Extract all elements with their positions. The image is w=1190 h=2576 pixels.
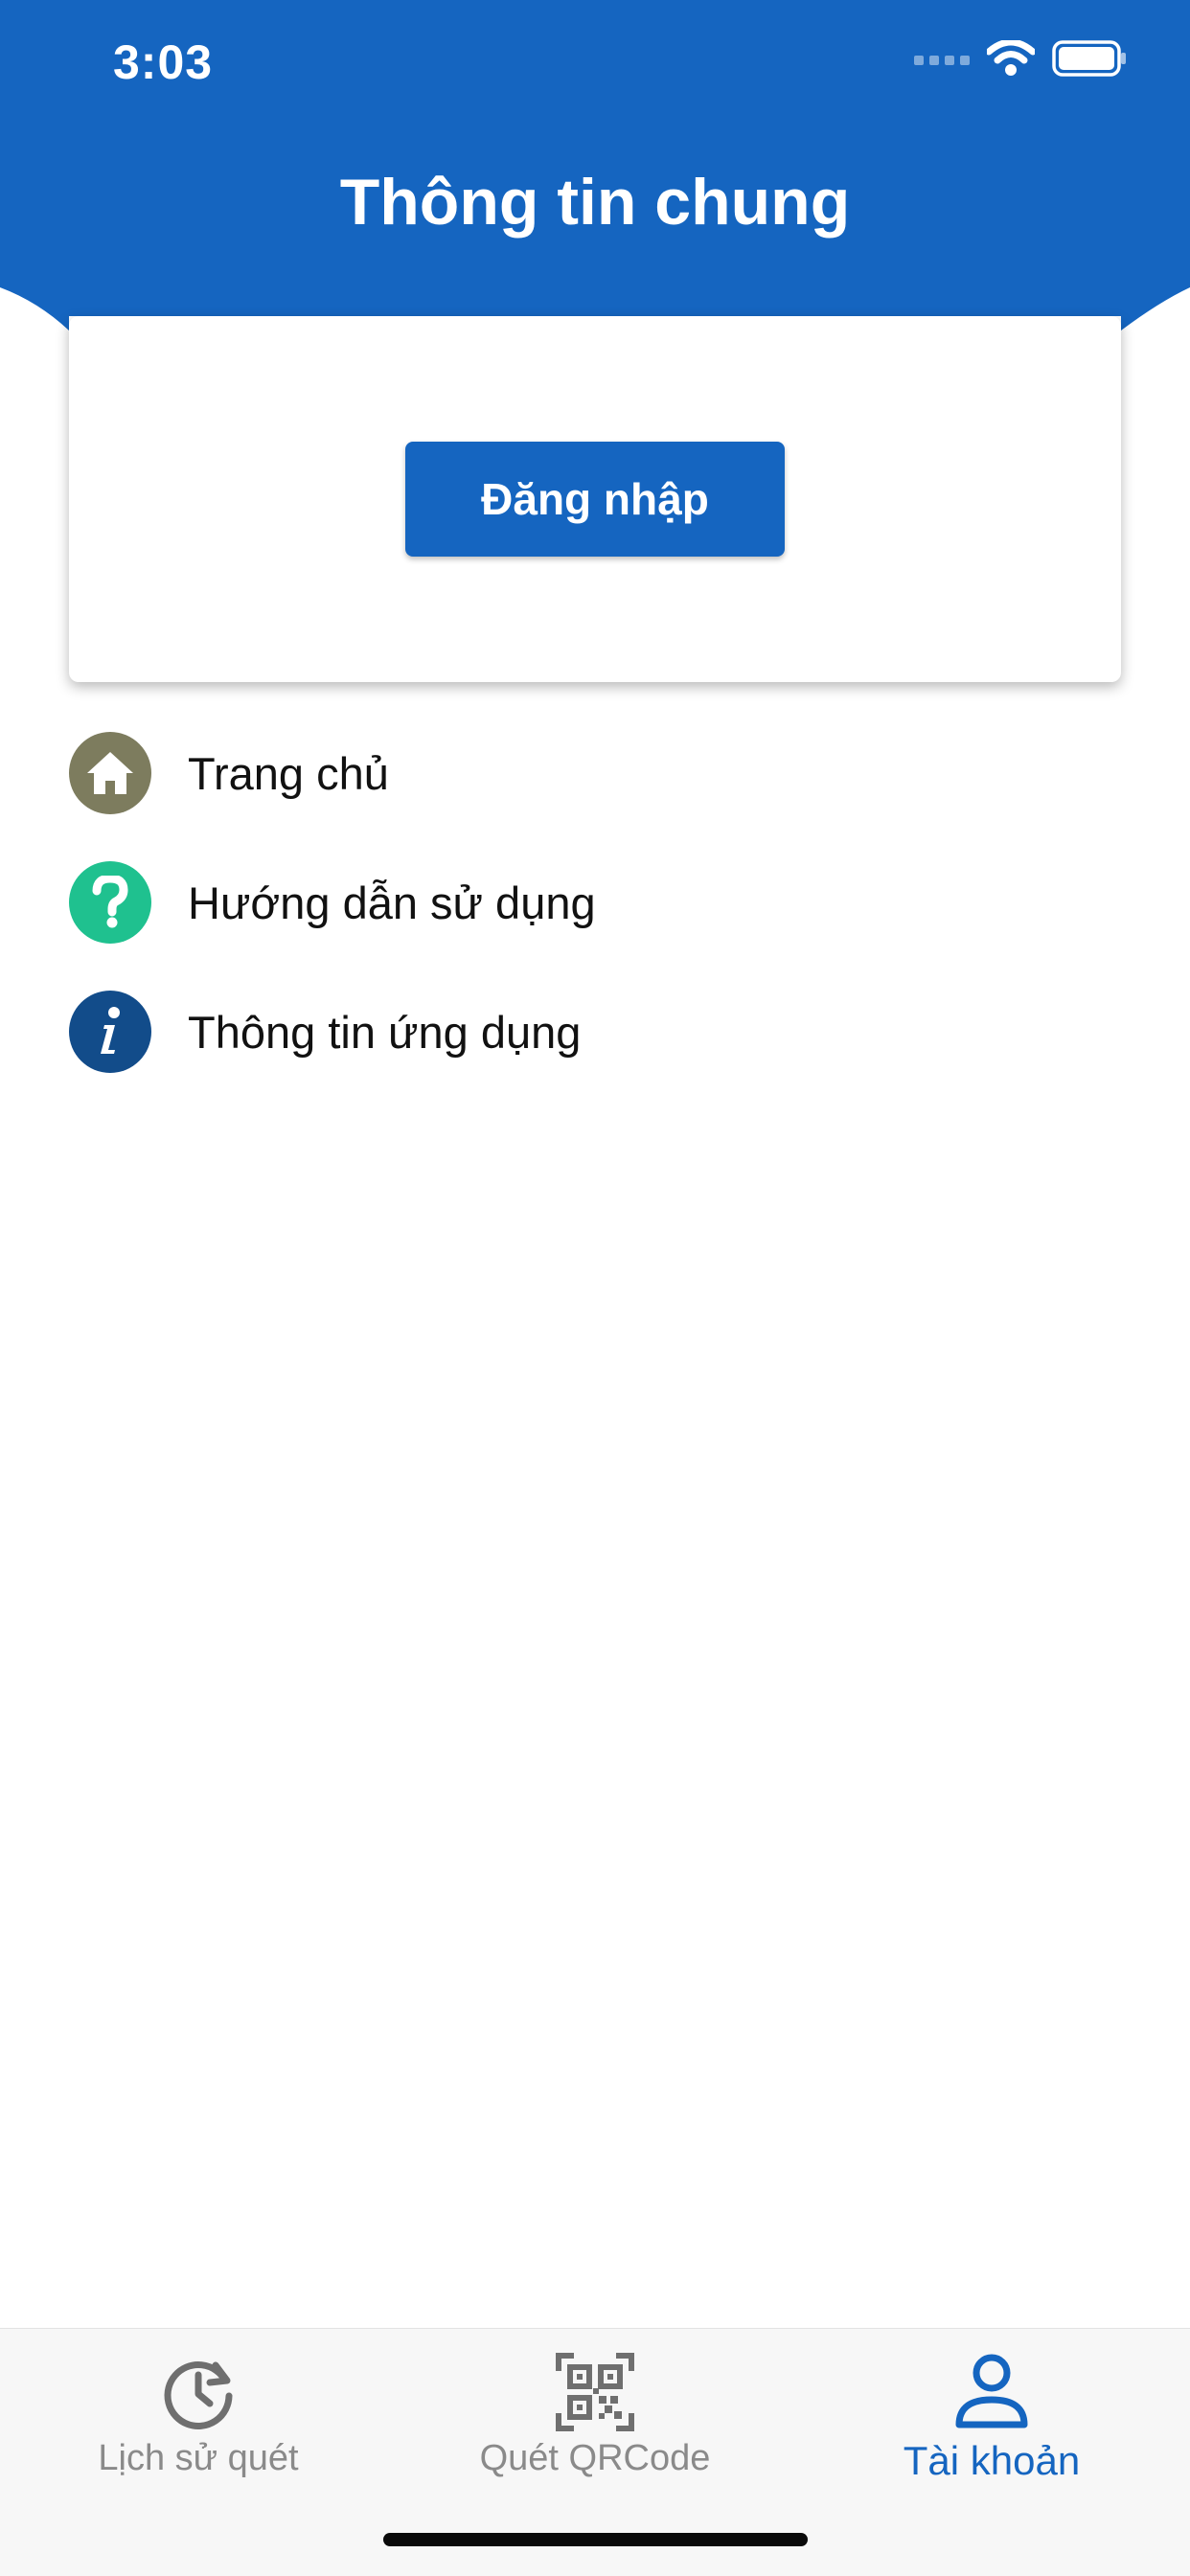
home-icon [69, 732, 151, 814]
wifi-icon [987, 40, 1035, 76]
status-bar-time: 3:03 [113, 35, 214, 89]
menu-list: Trang chủ Hướng dẫn sử dụng Thông tin ứn… [69, 732, 1121, 1120]
menu-item-app-info[interactable]: Thông tin ứng dụng [69, 991, 1121, 1073]
help-icon [69, 861, 151, 944]
page-title: Thông tin chung [339, 166, 851, 239]
login-card: Đăng nhập [69, 316, 1121, 682]
menu-item-label: Hướng dẫn sử dụng [188, 877, 596, 928]
tab-label: Quét QRCode [479, 2438, 711, 2478]
login-button[interactable]: Đăng nhập [405, 442, 785, 557]
tab-scan-history[interactable]: Lịch sử quét [0, 2329, 397, 2511]
signal-icon [914, 56, 970, 65]
info-icon [69, 991, 151, 1073]
menu-item-home[interactable]: Trang chủ [69, 732, 1121, 814]
home-indicator[interactable] [383, 2533, 808, 2546]
menu-item-user-guide[interactable]: Hướng dẫn sử dụng [69, 861, 1121, 944]
menu-item-label: Thông tin ứng dụng [188, 1006, 582, 1058]
battery-icon [1052, 40, 1126, 77]
tab-account[interactable]: Tài khoản [793, 2329, 1190, 2511]
account-person-icon [955, 2354, 1028, 2428]
history-clock-icon [164, 2361, 233, 2429]
tab-label: Tài khoản [903, 2438, 1081, 2483]
tab-label: Lịch sử quét [98, 2438, 299, 2478]
status-bar-icons [914, 40, 1127, 77]
qr-code-icon [556, 2353, 634, 2431]
menu-item-label: Trang chủ [188, 747, 389, 799]
tab-scan-qrcode[interactable]: Quét QRCode [397, 2329, 793, 2511]
